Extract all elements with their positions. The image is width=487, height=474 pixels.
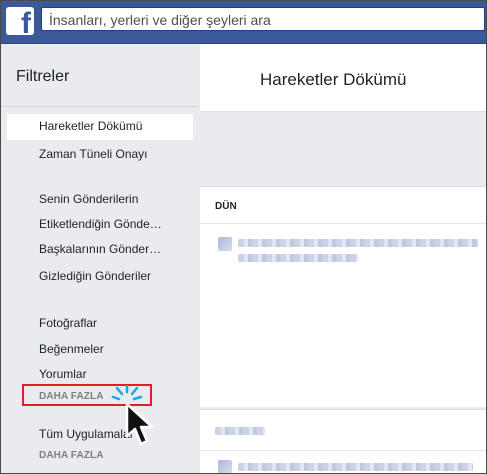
- sidebar-item-timeline-review[interactable]: Zaman Tüneli Onayı: [39, 147, 148, 161]
- top-bar: f İnsanları, yerleri ve diğer şeyleri ar…: [1, 1, 486, 44]
- card-divider: [200, 450, 486, 451]
- card-divider: [200, 223, 486, 224]
- sidebar-item-activity-log[interactable]: Hareketler Dökümü: [39, 119, 142, 133]
- sidebar-item-all-apps[interactable]: Tüm Uygulamalar: [39, 427, 134, 441]
- search-placeholder: İnsanları, yerleri ve diğer şeyleri ara: [49, 12, 271, 28]
- activity-row[interactable]: [238, 463, 473, 471]
- sidebar-item-others-posts[interactable]: Başkalarının Gönder…: [39, 242, 161, 256]
- section-label-yesterday: DÜN: [215, 201, 237, 212]
- section-label-earlier: [215, 427, 265, 435]
- activity-card-yesterday: DÜN: [200, 186, 486, 407]
- page-title: Hareketler Dökümü: [260, 70, 407, 89]
- filters-title: Filtreler: [16, 68, 70, 85]
- sidebar-item-comments[interactable]: Yorumlar: [39, 367, 87, 381]
- app-window: f İnsanları, yerleri ve diğer şeyleri ar…: [0, 0, 487, 474]
- activity-row-continued: [238, 254, 358, 262]
- filters-sidebar: Filtreler Hareketler Dökümü Zaman Tüneli…: [1, 44, 199, 473]
- sidebar-item-likes[interactable]: Beğenmeler: [39, 342, 104, 356]
- sidebar-item-hidden-posts[interactable]: Gizlediğin Gönderiler: [39, 269, 151, 283]
- sidebar-divider: [1, 106, 199, 107]
- mouse-pointer-icon: [125, 402, 154, 446]
- sidebar-item-tagged-posts[interactable]: Etiketlendiğin Gönde…: [39, 217, 162, 231]
- activity-icon: [218, 237, 232, 251]
- activity-card-earlier: [200, 409, 486, 473]
- more-button-secondary[interactable]: DAHA FAZLA: [39, 450, 104, 461]
- activity-row[interactable]: [238, 239, 478, 247]
- facebook-logo-letter: f: [21, 7, 31, 40]
- sidebar-item-photos[interactable]: Fotoğraflar: [39, 316, 97, 330]
- search-input[interactable]: İnsanları, yerleri ve diğer şeyleri ara: [41, 7, 485, 31]
- sidebar-item-your-posts[interactable]: Senin Gönderilerin: [39, 192, 138, 206]
- activity-icon: [218, 460, 232, 473]
- main-header: Hareketler Dökümü: [200, 44, 486, 112]
- facebook-logo-icon[interactable]: f: [6, 7, 34, 39]
